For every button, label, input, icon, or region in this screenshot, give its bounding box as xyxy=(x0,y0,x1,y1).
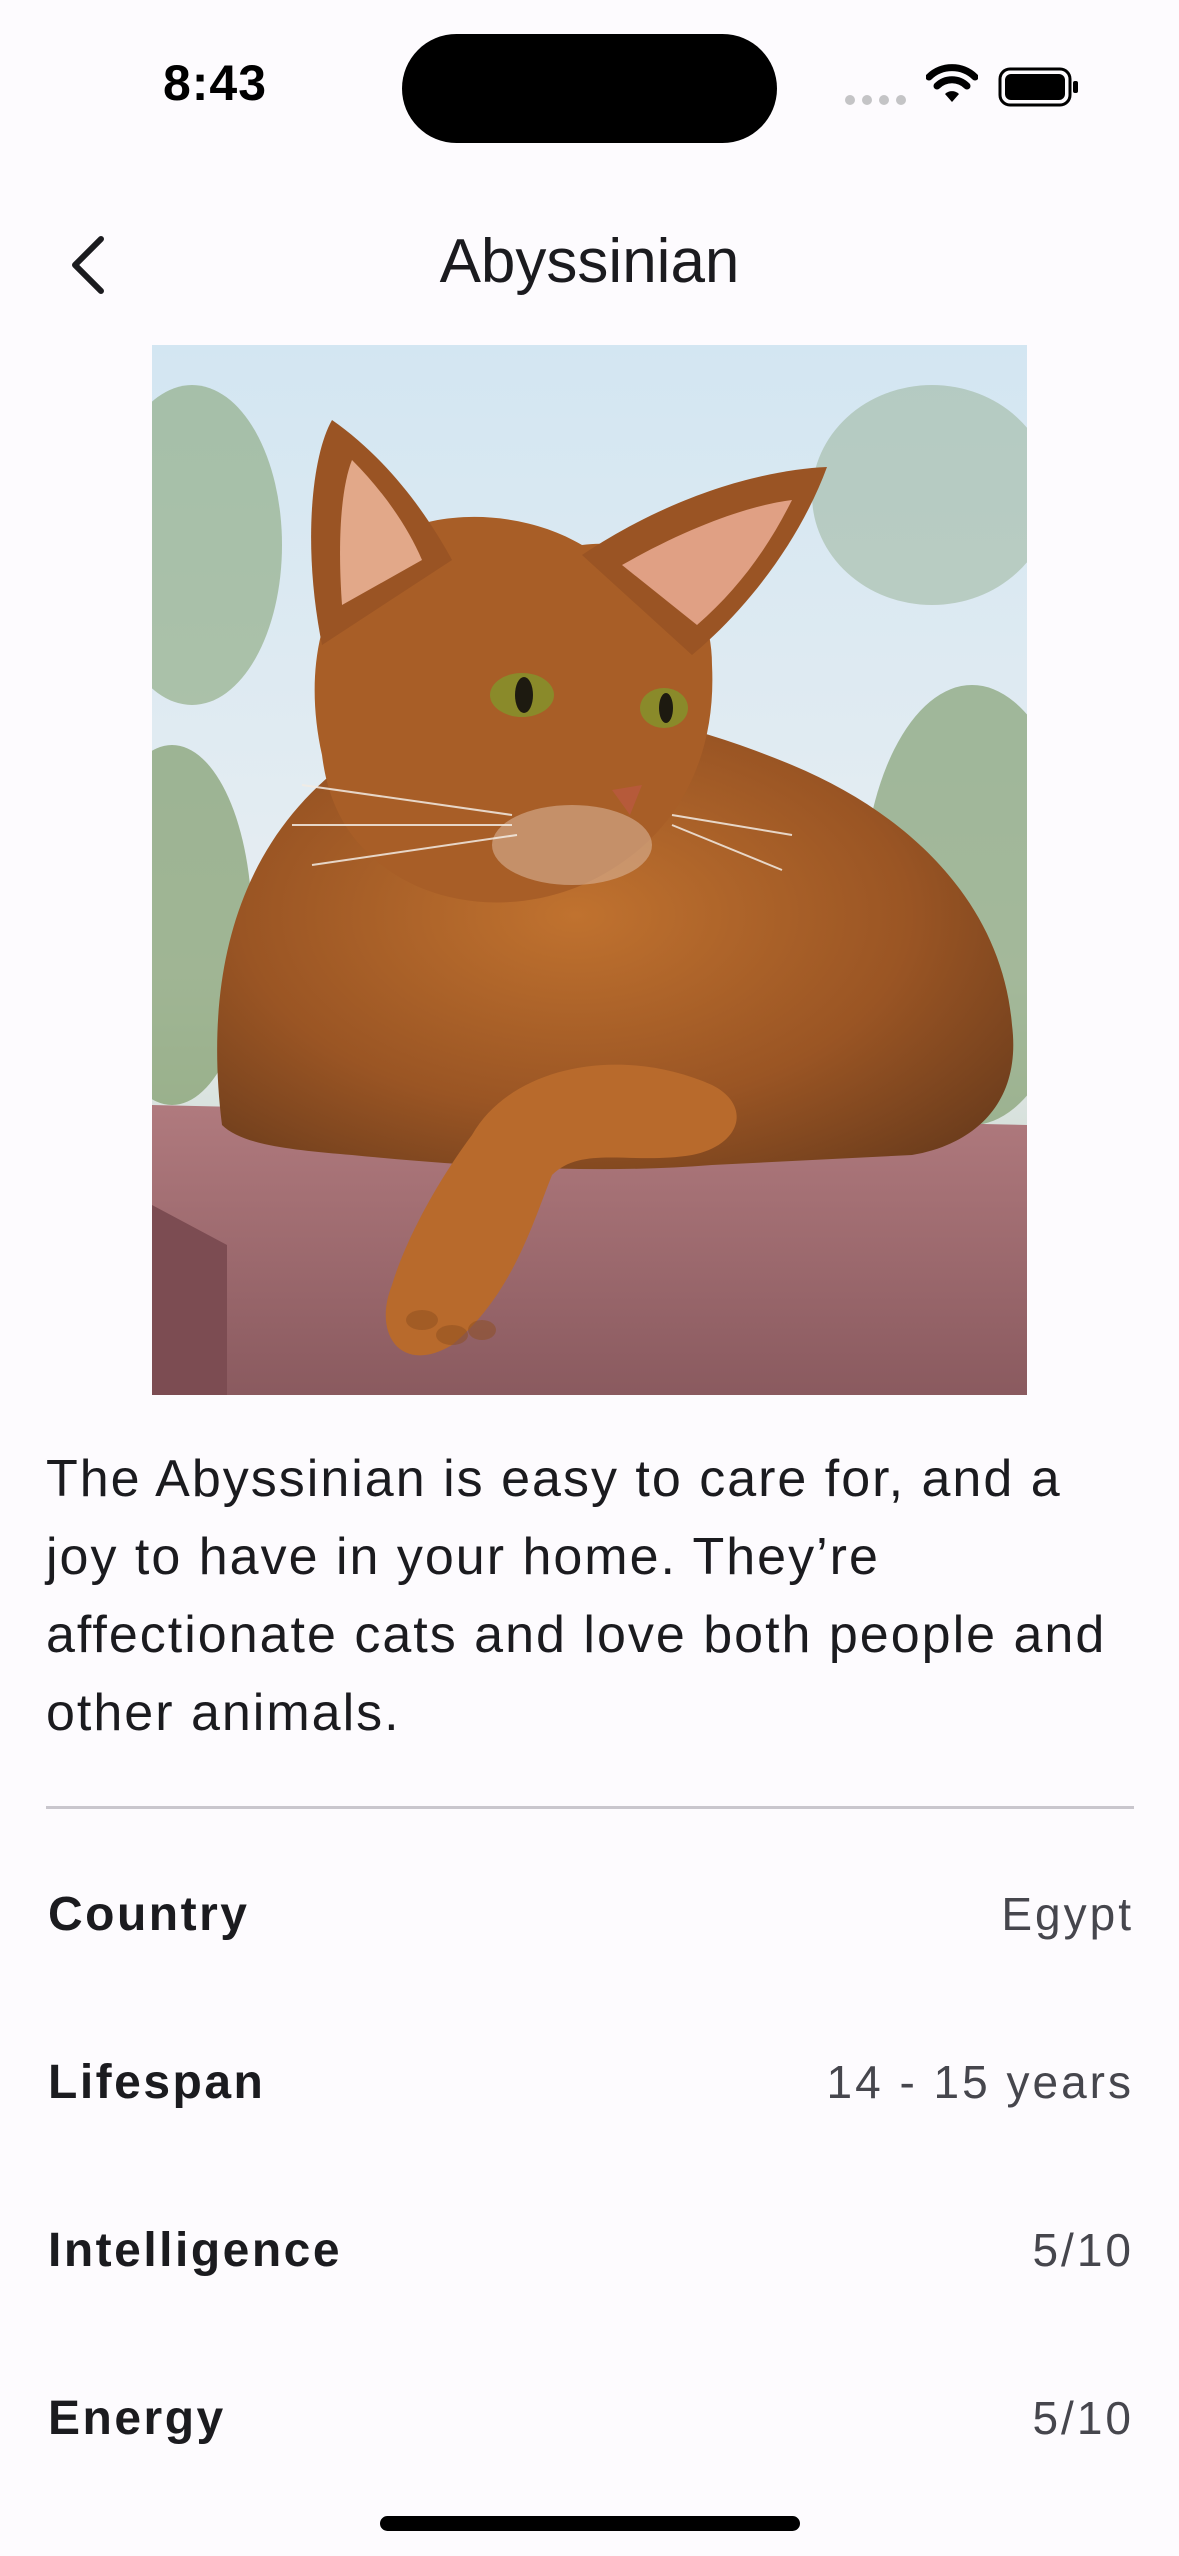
attribute-row-lifespan: Lifespan 14 - 15 years xyxy=(46,2043,1134,2211)
attribute-label: Intelligence xyxy=(48,2224,343,2277)
breed-image xyxy=(152,345,1027,1395)
nav-bar: Abyssinian xyxy=(0,200,1179,330)
attributes-list: Country Egypt Lifespan 14 - 15 years Int… xyxy=(46,1875,1134,2547)
status-time: 8:43 xyxy=(162,55,268,111)
attribute-label: Lifespan xyxy=(48,2056,266,2109)
attribute-row-intelligence: Intelligence 5/10 xyxy=(46,2211,1134,2379)
attribute-label: Country xyxy=(48,1888,250,1941)
attribute-value: 5/10 xyxy=(1032,2224,1134,2276)
dynamic-island xyxy=(402,34,777,143)
divider xyxy=(46,1806,1134,1809)
page-title: Abyssinian xyxy=(439,227,740,296)
status-bar: 8:43 xyxy=(0,0,1179,170)
attribute-value: 14 - 15 years xyxy=(826,2056,1134,2108)
wifi-icon xyxy=(926,64,978,102)
attribute-label: Energy xyxy=(48,2392,226,2445)
attribute-row-country: Country Egypt xyxy=(46,1875,1134,2043)
battery-icon xyxy=(998,67,1078,107)
attribute-value: 5/10 xyxy=(1032,2392,1134,2444)
home-indicator[interactable] xyxy=(380,2516,800,2531)
chevron-left-icon xyxy=(72,236,104,294)
cellular-signal-icon xyxy=(845,95,907,105)
cat-photo-icon xyxy=(152,345,1027,1395)
breed-description: The Abyssinian is easy to care for, and … xyxy=(46,1450,1107,1742)
attribute-value: Egypt xyxy=(1001,1888,1134,1940)
back-button[interactable] xyxy=(42,220,132,310)
